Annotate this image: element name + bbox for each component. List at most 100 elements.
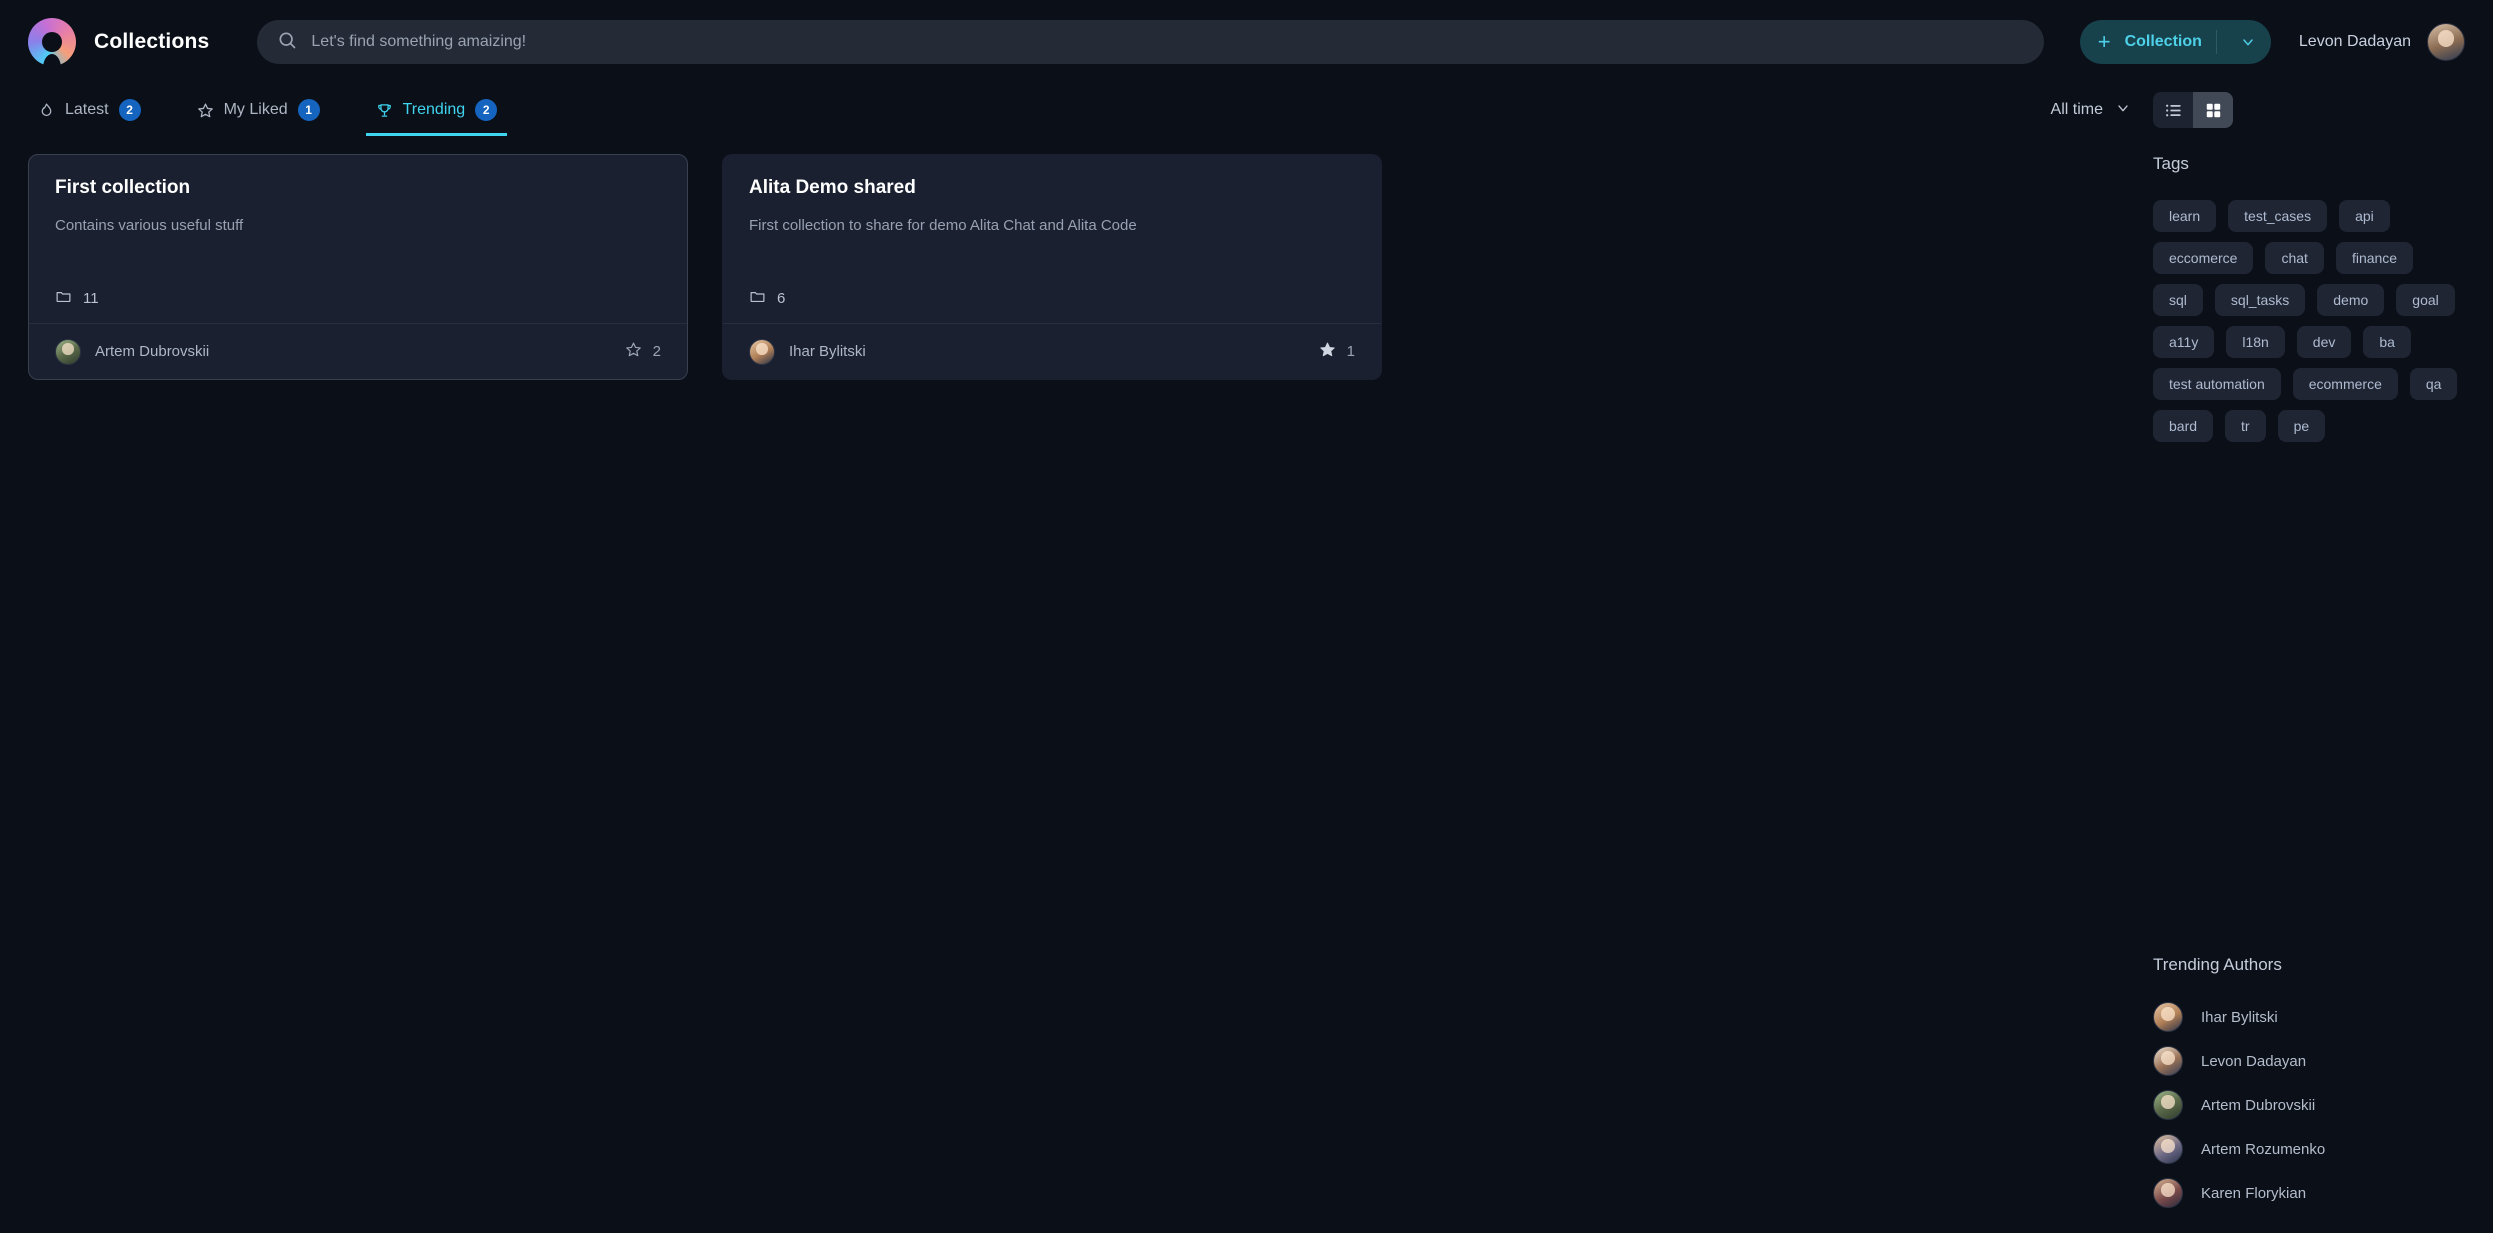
tag-chip[interactable]: a11y (2153, 326, 2215, 358)
author-list-item[interactable]: Karen Florykian (2153, 1171, 2465, 1215)
tag-chip[interactable]: demo (2317, 284, 2385, 316)
card-description: First collection to share for demo Alita… (749, 217, 1137, 234)
time-filter-label: All time (2050, 101, 2103, 118)
app-logo-icon (28, 18, 76, 68)
brand-title: Collections (94, 30, 210, 53)
chevron-down-icon (2115, 100, 2131, 121)
trophy-icon (376, 102, 393, 119)
tag-chip[interactable]: bard (2153, 410, 2214, 442)
tag-chip[interactable]: eccomerce (2153, 242, 2254, 274)
card-author[interactable]: Ihar Bylitski (749, 338, 866, 365)
card-item-count: 6 (749, 288, 1355, 323)
author-list-item[interactable]: Levon Dadayan (2153, 1039, 2465, 1083)
tag-chip[interactable]: ba (2363, 326, 2411, 358)
star-filled-icon (1319, 341, 1336, 362)
author-list-item[interactable]: Artem Rozumenko (2153, 1127, 2465, 1171)
tag-chip[interactable]: finance (2335, 242, 2414, 274)
view-controls: All time (2051, 92, 2233, 136)
tab-badge: 1 (297, 99, 320, 121)
card-count-value: 11 (83, 290, 99, 307)
author-name: Levon Dadayan (2201, 1052, 2307, 1070)
new-collection-label: Collection (2124, 33, 2202, 50)
card-like-button[interactable]: 1 (1319, 341, 1355, 362)
card-like-count: 1 (1346, 343, 1355, 360)
chevron-down-icon[interactable] (2231, 34, 2265, 50)
card-like-button[interactable]: 2 (625, 341, 661, 362)
tag-chip[interactable]: qa (2409, 368, 2458, 400)
card-title: Alita Demo shared (749, 177, 916, 198)
author-list-item[interactable]: Ihar Bylitski (2153, 995, 2465, 1039)
star-icon (197, 102, 214, 119)
author-name: Karen Florykian (2201, 1184, 2307, 1202)
tag-chip[interactable]: api (2339, 200, 2390, 232)
plus-icon: + (2097, 29, 2111, 54)
grid-view-icon[interactable] (2193, 92, 2233, 128)
tag-chip[interactable]: learn (2153, 200, 2217, 232)
avatar (2153, 1002, 2183, 1032)
tag-chip[interactable]: dev (2296, 326, 2352, 358)
user-menu[interactable]: Levon Dadayan (2299, 23, 2465, 61)
collections-main: First collection Contains various useful… (0, 136, 2153, 1233)
collection-card-list: First collection Contains various useful… (28, 154, 2125, 380)
tab-label: Trending (402, 101, 466, 118)
tag-chip[interactable]: test_cases (2228, 200, 2328, 232)
author-name: Ihar Bylitski (2201, 1008, 2278, 1026)
card-author[interactable]: Artem Dubrovskii (55, 338, 210, 365)
flame-icon (38, 102, 55, 119)
tag-chip[interactable]: sql (2153, 284, 2203, 316)
folder-icon (749, 288, 766, 309)
page-body: First collection Contains various useful… (0, 136, 2493, 1233)
author-name: Artem Dubrovskii (2201, 1096, 2316, 1114)
sub-header: Latest 2 My Liked 1 Trending 2 All time (0, 84, 2493, 136)
right-sidebar: Tags learn test_cases api eccomerce chat… (2153, 136, 2493, 1233)
new-collection-button[interactable]: + Collection (2079, 20, 2271, 64)
trending-authors-block: Trending Authors Ihar Bylitski Levon Dad… (2153, 955, 2465, 1233)
star-outline-icon (625, 341, 642, 362)
search-icon (277, 30, 297, 55)
brand-area[interactable]: Collections (28, 18, 210, 68)
avatar (2153, 1090, 2183, 1120)
card-item-count: 11 (55, 288, 661, 323)
avatar (2153, 1134, 2183, 1164)
tag-chip[interactable]: goal (2396, 284, 2455, 316)
avatar (55, 338, 81, 365)
tab-latest[interactable]: Latest 2 (28, 99, 151, 136)
tab-my-liked[interactable]: My Liked 1 (187, 99, 330, 136)
tag-chip[interactable]: sql_tasks (2214, 284, 2306, 316)
collection-card[interactable]: Alita Demo shared First collection to sh… (722, 154, 1382, 380)
card-title: First collection (55, 177, 191, 198)
tag-chip[interactable]: l18n (2226, 326, 2285, 358)
list-view-icon[interactable] (2153, 92, 2193, 128)
app-header: Collections + Collection Levon Dadayan (0, 0, 2493, 84)
card-description: Contains various useful stuff (55, 217, 244, 234)
avatar[interactable] (2427, 23, 2465, 61)
avatar (749, 338, 775, 365)
collection-card[interactable]: First collection Contains various useful… (28, 154, 688, 380)
tag-chip[interactable]: ecommerce (2292, 368, 2398, 400)
tab-trending[interactable]: Trending 2 (365, 99, 508, 136)
tag-chip[interactable]: tr (2225, 410, 2266, 442)
search-input[interactable] (311, 33, 2024, 51)
tag-chip[interactable]: test automation (2153, 368, 2281, 400)
search-bar[interactable] (257, 20, 2044, 64)
tag-chip[interactable]: pe (2277, 410, 2326, 442)
folder-icon (55, 288, 72, 309)
card-author-name: Artem Dubrovskii (95, 343, 210, 360)
avatar (2153, 1178, 2183, 1208)
author-name: Artem Rozumenko (2201, 1140, 2326, 1158)
author-list-item[interactable]: Artem Dubrovskii (2153, 1083, 2465, 1127)
tab-badge: 2 (475, 99, 498, 121)
card-footer: Ihar Bylitski 1 (723, 323, 1381, 379)
card-footer: Artem Dubrovskii 2 (29, 323, 687, 379)
tag-chip[interactable]: chat (2265, 242, 2324, 274)
card-author-name: Ihar Bylitski (789, 343, 866, 360)
tab-badge: 2 (118, 99, 141, 121)
divider (2215, 30, 2217, 54)
card-like-count: 2 (652, 343, 661, 360)
card-body: First collection Contains various useful… (29, 155, 687, 323)
tags-title: Tags (2153, 154, 2189, 173)
view-toggle (2153, 92, 2233, 128)
card-body: Alita Demo shared First collection to sh… (723, 155, 1381, 323)
time-filter-dropdown[interactable]: All time (2051, 100, 2131, 121)
tab-label: Latest (65, 101, 109, 118)
